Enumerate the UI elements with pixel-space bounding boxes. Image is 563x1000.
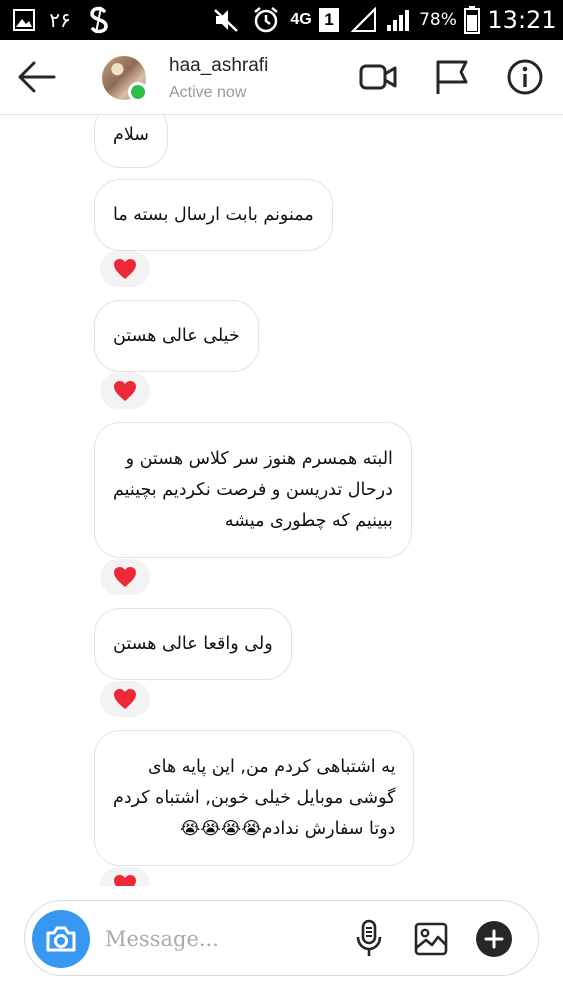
signal-empty-icon — [350, 0, 378, 40]
message-text-line: دوتا سفارش ندادم😭😭😭😭 — [179, 818, 396, 839]
message-composer — [24, 900, 539, 976]
microphone-icon[interactable] — [349, 919, 389, 959]
message-bubble[interactable]: ممنونم بابت ارسال بسته ما — [94, 179, 333, 251]
clock: 13:21 — [487, 6, 557, 34]
heart-icon — [114, 567, 136, 587]
notification-count: ۲۶ — [49, 8, 71, 32]
mute-icon — [210, 0, 242, 40]
alarm-icon — [250, 0, 282, 40]
heart-icon — [114, 689, 136, 709]
video-camera-icon[interactable] — [358, 58, 397, 96]
sim-indicator: 1 — [318, 0, 340, 40]
message-input[interactable] — [105, 921, 325, 957]
message-bubble[interactable]: سلام — [94, 115, 168, 168]
message-text: خیلی عالی هستن — [113, 325, 240, 346]
sim-number: 1 — [319, 8, 339, 32]
image-gallery-icon[interactable] — [411, 919, 451, 959]
message-bubble[interactable]: ولی واقعا عالی هستن — [94, 608, 292, 680]
network-type: 4G — [290, 11, 312, 28]
app-notification-icon — [84, 0, 114, 40]
message-text: ممنونم بابت ارسال بسته ما — [113, 204, 314, 225]
heart-reaction[interactable] — [100, 867, 150, 886]
heart-icon — [114, 381, 136, 401]
online-indicator — [128, 82, 148, 102]
info-icon[interactable] — [506, 58, 544, 96]
message-text-line: درحال تدریسن و فرصت نکردیم بچینیم — [113, 479, 393, 500]
message-text-line: ببینیم که چطوری میشه — [224, 510, 393, 531]
chat-header: haa_ashrafi Active now — [0, 40, 563, 115]
message-bubble[interactable]: یه اشتباهی کردم من, این پایه های گوشی مو… — [94, 730, 415, 866]
message-bubble[interactable]: البته همسرم هنوز سر کلاس هستن و درحال تد… — [94, 422, 412, 558]
heart-reaction[interactable] — [100, 251, 150, 287]
message-text-line: یه اشتباهی کردم من, این پایه های — [147, 756, 396, 777]
message-list[interactable]: سلام ممنونم بابت ارسال بسته ما خیلی عالی… — [0, 115, 563, 886]
heart-reaction[interactable] — [100, 373, 150, 409]
message-text-line: البته همسرم هنوز سر کلاس هستن و — [125, 448, 393, 469]
add-icon[interactable] — [474, 919, 514, 959]
heart-icon — [114, 875, 136, 886]
battery-icon — [462, 0, 482, 40]
message-text: ولی واقعا عالی هستن — [113, 633, 273, 654]
status-bar: ۲۶ 4G 1 78% 13:21 — [0, 0, 563, 40]
active-status: Active now — [169, 84, 247, 101]
message-text-line: گوشی موبایل خیلی خوبن, اشتباه کردم — [113, 787, 396, 808]
message-bubble[interactable]: خیلی عالی هستن — [94, 300, 259, 372]
camera-button[interactable] — [32, 910, 90, 968]
battery-percent: 78% — [419, 10, 457, 30]
heart-icon — [114, 259, 136, 279]
back-arrow-icon[interactable] — [14, 58, 58, 96]
gallery-notification-icon — [10, 0, 38, 40]
heart-reaction[interactable] — [100, 559, 150, 595]
signal-icon — [384, 0, 412, 40]
flag-icon[interactable] — [433, 58, 471, 96]
camera-icon — [46, 926, 76, 952]
message-text: سلام — [113, 125, 149, 145]
chat-username[interactable]: haa_ashrafi — [169, 55, 268, 77]
heart-reaction[interactable] — [100, 681, 150, 717]
